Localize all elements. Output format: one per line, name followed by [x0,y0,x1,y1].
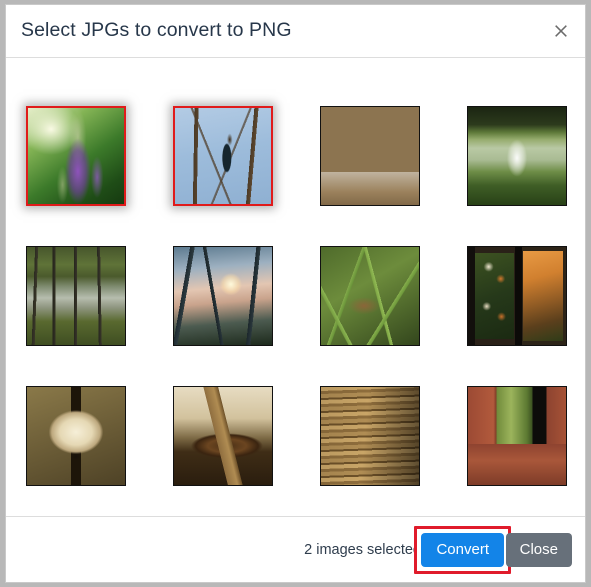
thumbnail-12[interactable] [467,386,567,486]
dialog-window: Select JPGs to convert to PNG 2 images s… [5,4,586,583]
thumbnail-image [28,108,124,204]
thumbnail-image [27,387,125,485]
thumbnail-1-selected[interactable] [26,106,126,206]
thumbnail-cell [465,386,585,516]
selection-count-label: 2 images selected [304,541,421,558]
thumbnail-cell [171,386,318,516]
thumbnail-9[interactable] [26,386,126,486]
close-icon-button[interactable] [545,15,577,47]
thumbnail-7[interactable] [320,246,420,346]
thumbnail-5[interactable] [26,246,126,346]
thumbnail-image [321,387,419,485]
thumbnail-3[interactable] [320,106,420,206]
thumbnail-cell [465,106,585,246]
thumbnail-cell [318,386,465,516]
thumbnail-10[interactable] [173,386,273,486]
thumbnail-cell [171,106,318,246]
dialog-title: Select JPGs to convert to PNG [21,19,292,41]
thumbnail-cell [24,246,171,386]
thumbnail-11[interactable] [320,386,420,486]
thumbnail-2-selected[interactable] [173,106,273,206]
thumbnail-image [174,247,272,345]
thumbnail-cell [24,106,171,246]
thumbnail-image [175,108,271,204]
thumbnail-8[interactable] [467,246,567,346]
thumbnail-image [468,107,566,205]
convert-button[interactable]: Convert [421,532,504,567]
thumbnail-grid [6,58,585,516]
close-icon [553,23,569,39]
thumbnail-4[interactable] [467,106,567,206]
thumbnail-picker-body [6,58,585,517]
thumbnail-image [468,387,566,485]
close-button[interactable]: Close [505,532,572,567]
convert-button-annotation-highlight: Convert [414,525,511,574]
thumbnail-image [321,247,419,345]
thumbnail-image [468,247,566,345]
dialog-header: Select JPGs to convert to PNG [6,5,585,58]
thumbnail-cell [24,386,171,516]
thumbnail-image [174,387,272,485]
thumbnail-cell [171,246,318,386]
thumbnail-image [27,247,125,345]
thumbnail-image [321,107,419,205]
thumbnail-cell [465,246,585,386]
thumbnail-cell [318,246,465,386]
dialog-footer: 2 images selected Convert Close [6,517,585,582]
thumbnail-cell [318,106,465,246]
thumbnail-6[interactable] [173,246,273,346]
